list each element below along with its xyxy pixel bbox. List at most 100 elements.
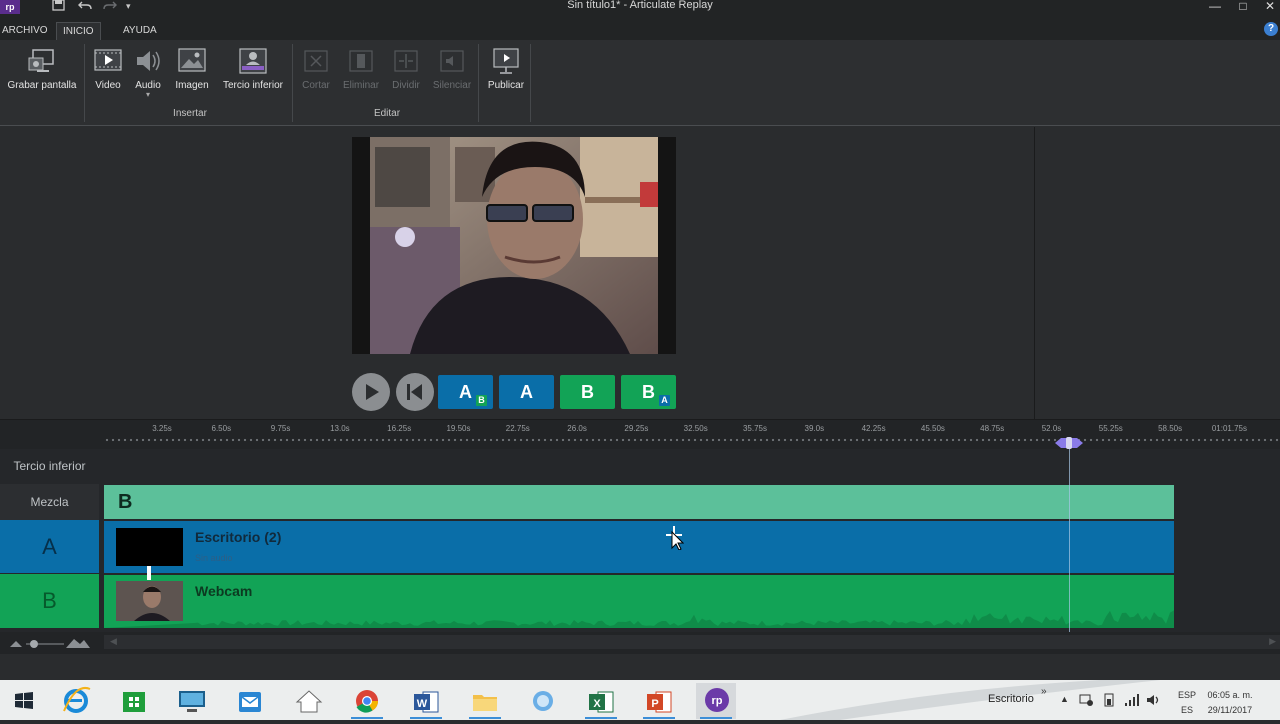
cut-button[interactable]: Cortar bbox=[298, 46, 334, 91]
mix-sub-label: B bbox=[476, 395, 487, 406]
ruler-tick-label: 58.50s bbox=[1158, 424, 1183, 433]
svg-text:W: W bbox=[417, 698, 428, 710]
insert-group-label: Insertar bbox=[173, 108, 207, 119]
ruler-tick-label: 39.0s bbox=[804, 424, 825, 433]
scroll-right-icon[interactable]: ▶ bbox=[1269, 636, 1276, 647]
split-button[interactable]: Dividir bbox=[386, 46, 426, 91]
clip-b-thumbnail bbox=[116, 581, 183, 621]
tray-time: 06:05 a. m. bbox=[1207, 690, 1253, 700]
ruler-tick-label: 42.25s bbox=[861, 424, 886, 433]
record-screen-icon bbox=[27, 46, 57, 76]
title-bar: rp ▾ Sin título1* - Articulate Replay — … bbox=[0, 0, 1280, 22]
layout-b-only-button[interactable]: B bbox=[560, 375, 615, 409]
lower-third-icon bbox=[238, 46, 268, 76]
track-label-a[interactable]: A bbox=[0, 520, 99, 573]
home-icon[interactable] bbox=[289, 683, 329, 719]
split-icon bbox=[391, 46, 421, 76]
store-icon[interactable] bbox=[114, 683, 154, 719]
ruler-tick-label: 52.0s bbox=[1041, 424, 1062, 433]
playhead-handle[interactable] bbox=[1053, 436, 1085, 449]
restart-button[interactable] bbox=[396, 373, 434, 411]
close-button[interactable]: ✕ bbox=[1256, 0, 1280, 14]
ribbon-separator bbox=[84, 44, 85, 122]
insert-lower-third-button[interactable]: Tercio inferior bbox=[218, 46, 288, 91]
photos-icon[interactable] bbox=[523, 683, 563, 719]
tray-up-chevron-icon[interactable]: ▲ bbox=[1060, 694, 1069, 704]
ribbon-separator bbox=[530, 44, 531, 122]
clip-a-title: Escritorio (2) bbox=[195, 529, 282, 545]
insert-video-button[interactable]: Video bbox=[90, 46, 126, 91]
computer-icon[interactable] bbox=[172, 683, 212, 719]
layout-b-over-a-button[interactable]: B A bbox=[621, 375, 676, 409]
tab-inicio[interactable]: INICIO bbox=[56, 22, 101, 40]
tray-battery-icon[interactable] bbox=[1102, 693, 1116, 707]
restart-icon bbox=[407, 384, 422, 400]
powerpoint-icon[interactable]: P bbox=[639, 683, 679, 719]
tray-signal-icon[interactable] bbox=[1124, 693, 1140, 707]
tray-clock[interactable]: 06:05 a. m. 29/11/2017 bbox=[1205, 688, 1255, 718]
record-screen-label: Grabar pantalla bbox=[7, 80, 77, 91]
delete-button[interactable]: Eliminar bbox=[340, 46, 382, 91]
app-logo: rp bbox=[0, 0, 20, 14]
mute-button[interactable]: Silenciar bbox=[430, 46, 474, 91]
cut-icon bbox=[301, 46, 331, 76]
layout-a-over-b-button[interactable]: A B bbox=[438, 375, 493, 409]
ruler-tick-label: 29.25s bbox=[624, 424, 649, 433]
mezcla-clip-label: B bbox=[118, 491, 133, 513]
audio-waveform bbox=[104, 610, 1174, 628]
track-label-mezcla: Mezcla bbox=[30, 495, 69, 509]
clip-webcam[interactable] bbox=[104, 575, 1174, 628]
track-link-handle[interactable] bbox=[147, 566, 151, 580]
svg-text:rp: rp bbox=[712, 695, 723, 707]
undo-icon[interactable] bbox=[78, 0, 92, 13]
save-icon[interactable] bbox=[52, 0, 66, 13]
playhead-line bbox=[1069, 447, 1070, 633]
tray-network-icon[interactable] bbox=[1078, 693, 1094, 707]
tray-language[interactable]: ESP ES bbox=[1178, 688, 1196, 718]
minimize-button[interactable]: — bbox=[1201, 0, 1229, 14]
lower-third-label: Tercio inferior bbox=[222, 80, 284, 91]
ruler-tick-label: 22.75s bbox=[505, 424, 530, 433]
insert-image-button[interactable]: Imagen bbox=[172, 46, 212, 91]
track-label-b[interactable]: B bbox=[0, 574, 99, 628]
mix-main-label: A bbox=[520, 382, 533, 402]
svg-text:P: P bbox=[651, 698, 658, 710]
edit-group-label: Editar bbox=[373, 108, 401, 119]
publish-button[interactable]: Publicar bbox=[484, 46, 528, 91]
redo-icon[interactable] bbox=[103, 0, 117, 13]
customize-icon[interactable]: ▾ bbox=[126, 0, 131, 12]
audio-icon bbox=[133, 46, 163, 76]
insert-audio-button[interactable]: Audio ▾ bbox=[130, 46, 166, 99]
file-explorer-icon[interactable] bbox=[465, 683, 505, 719]
maximize-button[interactable]: □ bbox=[1229, 0, 1257, 14]
timeline-scrollbar[interactable]: ◀ ▶ bbox=[104, 635, 1280, 649]
help-icon[interactable]: ? bbox=[1264, 22, 1278, 36]
excel-icon[interactable]: X bbox=[581, 683, 621, 719]
windows-start-icon[interactable] bbox=[4, 683, 44, 719]
tray-desktop-label[interactable]: Escritorio bbox=[988, 693, 1034, 705]
ruler-tick-label: 9.75s bbox=[270, 424, 291, 433]
replay-icon[interactable]: rp bbox=[696, 683, 736, 719]
scroll-left-icon[interactable]: ◀ bbox=[110, 636, 117, 647]
zoom-slider[interactable] bbox=[8, 636, 92, 650]
tray-more-icon[interactable]: » bbox=[1041, 686, 1047, 697]
tab-archivo[interactable]: ARCHIVO bbox=[0, 22, 54, 40]
ruler-tick-label: 45.50s bbox=[920, 424, 945, 433]
tray-volume-icon[interactable] bbox=[1146, 693, 1162, 707]
ruler-tick-label: 35.75s bbox=[742, 424, 768, 433]
image-icon bbox=[177, 46, 207, 76]
word-icon[interactable]: W bbox=[406, 683, 446, 719]
audio-dropdown-icon[interactable]: ▾ bbox=[130, 91, 166, 99]
ruler-tick-label: 01:01.75s bbox=[1211, 424, 1247, 433]
mail-icon[interactable] bbox=[230, 683, 270, 719]
tab-ayuda[interactable]: AYUDA bbox=[117, 22, 163, 40]
play-button[interactable] bbox=[352, 373, 390, 411]
delete-label: Eliminar bbox=[342, 80, 380, 91]
internet-explorer-icon[interactable] bbox=[56, 683, 96, 719]
ruler-ticks bbox=[104, 438, 1280, 442]
mezcla-clip[interactable] bbox=[104, 485, 1174, 519]
layout-a-only-button[interactable]: A bbox=[499, 375, 554, 409]
record-screen-button[interactable]: Grabar pantalla bbox=[4, 46, 80, 91]
chrome-icon[interactable] bbox=[347, 683, 387, 719]
cut-label: Cortar bbox=[302, 80, 330, 91]
